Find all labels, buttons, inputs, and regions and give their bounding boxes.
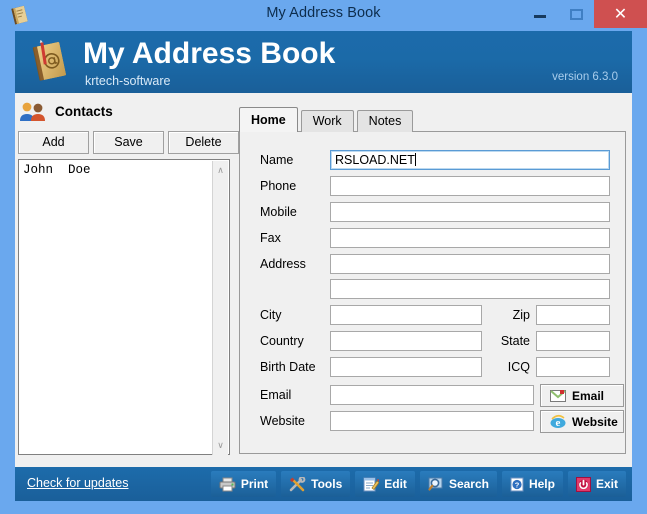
email-input[interactable] bbox=[330, 385, 534, 405]
svg-text:e: e bbox=[556, 417, 561, 429]
help-button[interactable]: ? Help bbox=[501, 471, 563, 497]
address-line2-input[interactable] bbox=[330, 279, 610, 299]
website-label: Website bbox=[260, 414, 305, 428]
fax-input[interactable] bbox=[330, 228, 610, 248]
scroll-up-icon[interactable]: ∧ bbox=[213, 163, 228, 178]
exit-button-label: Exit bbox=[595, 477, 618, 491]
list-item[interactable]: John Doe bbox=[23, 163, 91, 177]
contacts-list[interactable]: John Doe ∧ ∨ bbox=[18, 159, 230, 455]
website-input[interactable] bbox=[330, 411, 534, 431]
mobile-label: Mobile bbox=[260, 205, 297, 219]
tab-bar: Home Work Notes bbox=[239, 107, 416, 132]
magnifier-icon bbox=[428, 477, 443, 491]
window-controls: ✕ bbox=[522, 0, 647, 31]
fax-label: Fax bbox=[260, 231, 281, 245]
envelope-icon bbox=[550, 389, 566, 402]
icq-label: ICQ bbox=[507, 360, 530, 374]
zip-label: Zip bbox=[512, 308, 530, 322]
version-label: version 6.3.0 bbox=[552, 71, 618, 83]
notepad-pencil-icon bbox=[363, 477, 380, 491]
country-input[interactable] bbox=[330, 331, 482, 351]
tools-button-label: Tools bbox=[311, 477, 343, 491]
address-label: Address bbox=[260, 257, 306, 271]
email-label: Email bbox=[260, 388, 292, 402]
close-button[interactable]: ✕ bbox=[594, 0, 647, 28]
banner-title: My Address Book bbox=[83, 37, 336, 70]
help-question-icon: ? bbox=[510, 477, 524, 491]
mobile-input[interactable] bbox=[330, 202, 610, 222]
power-icon bbox=[575, 476, 591, 492]
edit-button[interactable]: Edit bbox=[355, 471, 415, 497]
check-for-updates-link[interactable]: Check for updates bbox=[27, 476, 128, 490]
country-label: Country bbox=[260, 334, 304, 348]
close-icon: ✕ bbox=[613, 6, 628, 23]
city-label: City bbox=[260, 308, 282, 322]
website-button-label: Website bbox=[572, 414, 618, 429]
tab-home[interactable]: Home bbox=[239, 107, 298, 132]
wrench-screwdriver-icon bbox=[289, 476, 306, 491]
delete-contact-button[interactable]: Delete bbox=[168, 131, 239, 154]
city-input[interactable] bbox=[330, 305, 482, 325]
state-input[interactable] bbox=[536, 331, 610, 351]
svg-text:?: ? bbox=[515, 480, 520, 489]
app-window: My Address Book ✕ My Address Book krtech… bbox=[0, 0, 647, 514]
maximize-icon bbox=[570, 9, 583, 20]
name-input[interactable]: RSLOAD.NET bbox=[330, 150, 610, 170]
maximize-button[interactable] bbox=[558, 0, 594, 28]
text-caret bbox=[414, 153, 416, 166]
contacts-people-icon bbox=[20, 102, 45, 121]
contacts-label: Contacts bbox=[55, 103, 113, 119]
tab-notes[interactable]: Notes bbox=[356, 110, 414, 132]
state-label: State bbox=[500, 334, 530, 348]
printer-icon bbox=[219, 477, 236, 491]
minimize-button[interactable] bbox=[522, 0, 558, 28]
browser-e-icon: e bbox=[550, 414, 566, 429]
client-area: Contacts Add Save Delete John Doe ∧ ∨ Ho… bbox=[15, 93, 632, 467]
edit-button-label: Edit bbox=[384, 477, 407, 491]
address-line1-input[interactable] bbox=[330, 254, 610, 274]
toolbar-buttons: Print Tools Edit Search ? Help Exit bbox=[210, 470, 626, 498]
name-label: Name bbox=[260, 153, 294, 167]
contacts-header: Contacts bbox=[18, 100, 113, 122]
tab-work[interactable]: Work bbox=[300, 110, 354, 132]
help-button-label: Help bbox=[528, 477, 555, 491]
app-banner: My Address Book krtech-software version … bbox=[15, 31, 632, 93]
save-contact-button[interactable]: Save bbox=[93, 131, 164, 154]
phone-label: Phone bbox=[260, 179, 297, 193]
address-book-logo bbox=[32, 40, 66, 81]
add-contact-button[interactable]: Add bbox=[18, 131, 89, 154]
banner-subtitle: krtech-software bbox=[85, 74, 171, 88]
tools-button[interactable]: Tools bbox=[281, 471, 351, 497]
minimize-icon bbox=[534, 15, 546, 18]
website-button[interactable]: e Website bbox=[540, 410, 624, 433]
contacts-button-row: Add Save Delete bbox=[18, 131, 239, 154]
search-button-label: Search bbox=[448, 477, 489, 491]
birth-date-label: Birth Date bbox=[260, 360, 316, 374]
print-button-label: Print bbox=[240, 477, 269, 491]
print-button[interactable]: Print bbox=[210, 471, 277, 497]
email-button[interactable]: Email bbox=[540, 384, 624, 407]
exit-button[interactable]: Exit bbox=[567, 471, 626, 497]
icq-input[interactable] bbox=[536, 357, 610, 377]
scroll-down-icon[interactable]: ∨ bbox=[213, 438, 228, 453]
email-button-label: Email bbox=[572, 388, 605, 403]
search-button[interactable]: Search bbox=[419, 471, 497, 497]
contacts-list-scrollbar[interactable]: ∧ ∨ bbox=[212, 161, 228, 455]
bottom-toolbar: Check for updates Print Tools Edit Searc… bbox=[15, 467, 632, 501]
birth-date-input[interactable] bbox=[330, 357, 482, 377]
phone-input[interactable] bbox=[330, 176, 610, 196]
zip-input[interactable] bbox=[536, 305, 610, 325]
home-tab-panel: Name RSLOAD.NET Phone Mobile Fax Address… bbox=[239, 131, 626, 454]
title-bar: My Address Book ✕ bbox=[0, 0, 647, 31]
